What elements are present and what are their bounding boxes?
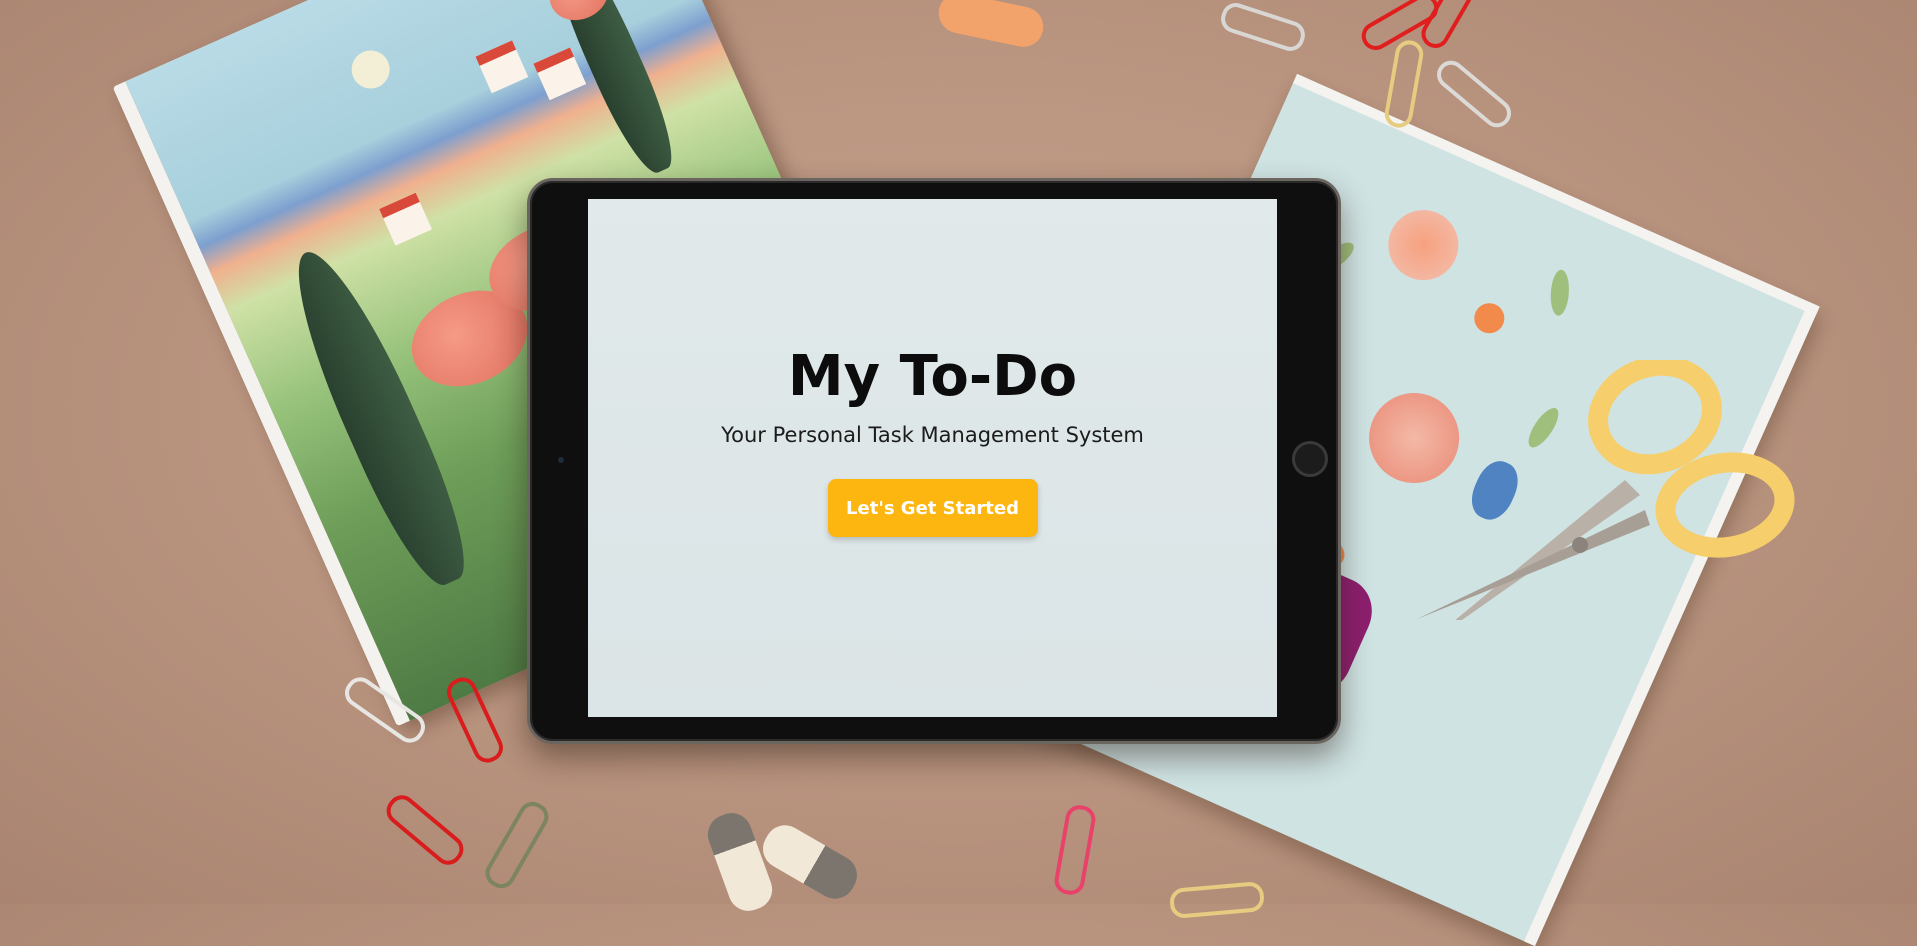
page-subtitle: Your Personal Task Management System (721, 423, 1144, 447)
flower-illustration (1469, 298, 1510, 339)
tablet-device: My To-Do Your Personal Task Management S… (527, 178, 1341, 744)
sun-illustration (345, 44, 396, 95)
get-started-button[interactable]: Let's Get Started (827, 479, 1038, 537)
paperclip-icon (1052, 803, 1098, 897)
front-camera (558, 457, 564, 463)
house-illustration (475, 40, 529, 94)
scissors-icon (1414, 360, 1795, 620)
eraser-icon (702, 807, 778, 917)
paperclip-icon (1168, 880, 1266, 920)
paperclip-icon (380, 789, 470, 871)
house-illustration (379, 192, 432, 246)
leaf-illustration (1549, 269, 1571, 317)
paperclip-icon (1217, 0, 1309, 55)
paperclip-icon (442, 672, 508, 768)
flower-illustration (1377, 198, 1470, 292)
paperclip-icon (480, 796, 554, 894)
app-screen: My To-Do Your Personal Task Management S… (588, 199, 1277, 717)
cypress-tree-illustration (273, 238, 484, 596)
house-illustration (533, 47, 587, 101)
paperclip-icon (1382, 38, 1426, 130)
page-title: My To-Do (787, 344, 1078, 409)
eraser-icon (934, 0, 1047, 51)
home-button[interactable] (1292, 441, 1328, 477)
paperclip-icon (1431, 54, 1517, 134)
